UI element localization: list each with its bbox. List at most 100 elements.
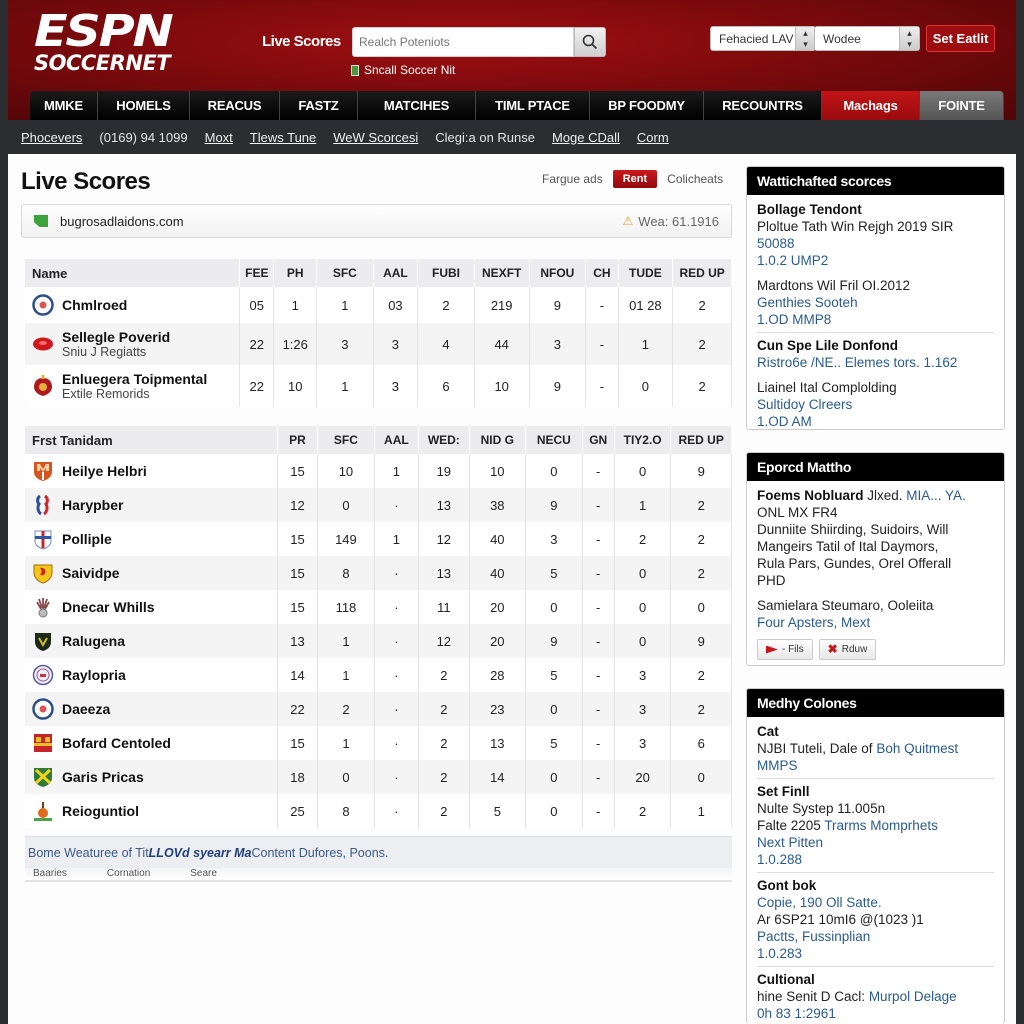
team-name[interactable]: Saividpe — [62, 565, 120, 581]
team-cell[interactable]: Chmlroed — [25, 287, 241, 323]
group-line[interactable]: MMPS — [757, 757, 994, 774]
team-name[interactable]: Enluegera Toipmental — [62, 371, 207, 387]
table-row[interactable]: Daeeza 22 2 · 2 23 0-3 2 — [25, 692, 732, 726]
espn-soccernet-logo[interactable]: ESPN SOCCERNET — [34, 10, 174, 75]
column-header[interactable]: AAL — [374, 426, 420, 454]
url-text[interactable]: bugrosadlaidons.com — [60, 214, 184, 229]
team-cell[interactable]: Enluegera Toipmental Extile Remorids — [25, 365, 241, 407]
subnav-item[interactable]: Tlews Tune — [250, 130, 316, 145]
group-line-link[interactable]: Trarms Momprhets — [824, 818, 938, 833]
rduw-button[interactable]: ✖ Rduw — [818, 639, 877, 660]
team-cell[interactable]: Reioguntiol — [25, 794, 278, 828]
group-title[interactable]: Bollage Tendont — [757, 201, 994, 218]
team-name[interactable]: Sellegle Poverid — [62, 329, 170, 345]
search-input[interactable] — [352, 27, 574, 57]
table-row[interactable]: Sellegle Poverid Sniu J Regiatts 22 1:26 3 3 4… — [25, 323, 732, 365]
team-name[interactable]: Dnecar Whills — [62, 599, 155, 615]
footer-link-baaries[interactable]: Baaries — [33, 868, 67, 880]
team-cell[interactable]: Polliple — [25, 522, 278, 556]
group-line[interactable]: Pactts, Fussinplian — [757, 928, 994, 945]
column-header[interactable]: TIY2.O — [614, 426, 672, 454]
nav-tab-fastz[interactable]: FASTZ — [280, 91, 358, 120]
footer-link-seare[interactable]: Seare — [190, 868, 217, 880]
featured-match-lead-bold[interactable]: Foems Nobluard — [757, 488, 864, 503]
table-row[interactable]: Reioguntiol 25 8 · 2 5 0-2 1 — [25, 794, 732, 828]
group-title[interactable]: Cun Spe Lile Donfond — [757, 337, 994, 354]
team-cell[interactable]: Ralugena — [25, 624, 278, 658]
group-line[interactable]: Genthies Sooteh — [757, 294, 994, 311]
column-header[interactable]: RED UP — [672, 259, 732, 287]
team-cell[interactable]: Raylopria — [25, 658, 278, 692]
group-line[interactable]: Next Pitten — [757, 834, 994, 851]
team-cell[interactable]: Harypber — [25, 488, 278, 522]
team-name[interactable]: Raylopria — [62, 667, 126, 683]
set-edition-button[interactable]: Set Eatlit — [926, 25, 995, 52]
team-cell[interactable]: Garis Pricas — [25, 760, 278, 794]
team-name[interactable]: Polliple — [62, 531, 112, 547]
table-row[interactable]: Heilye Helbri 15 10 1 19 10 0-0 9 — [25, 454, 732, 488]
language-select[interactable]: Wodee ▴ ▾ — [814, 26, 920, 51]
group-line-link[interactable]: Murpol Delage — [869, 989, 957, 1004]
group-title[interactable]: Set Finll — [757, 783, 994, 800]
group-title[interactable]: Gont bok — [757, 877, 994, 894]
edition-select[interactable]: Fehacied LAV ▴ ▾ — [710, 26, 816, 51]
nav-tab-timl-ptace[interactable]: TIML PTACE — [476, 91, 590, 120]
group-title[interactable]: Cat — [757, 723, 994, 740]
column-header[interactable]: FUBI — [417, 259, 475, 287]
group-line[interactable]: 1.0.2 UMP2 — [757, 252, 994, 269]
nav-tab-recountrs[interactable]: RECOUNTRS — [704, 91, 822, 120]
team-cell[interactable]: Saividpe — [25, 556, 278, 590]
table-row[interactable]: Chmlroed 05 1 1 03 2 219 9-01 28 2 — [25, 287, 732, 323]
table-row[interactable]: Polliple 15 149 1 12 40 3-2 2 — [25, 522, 732, 556]
group-line-link[interactable]: Boh Quitmest — [876, 741, 958, 756]
column-header[interactable]: NECU — [525, 426, 583, 454]
column-header[interactable]: PR — [277, 426, 319, 454]
colicheats-link[interactable]: Colicheats — [667, 172, 723, 186]
column-header[interactable]: NID G — [469, 426, 527, 454]
featured-match-lead-link[interactable]: MIA... YA. — [906, 488, 966, 503]
team-name[interactable]: Chmlroed — [62, 297, 127, 313]
rent-button[interactable]: Rent — [612, 170, 658, 188]
table-row[interactable]: Dnecar Whills 15 118 · 11 20 0-0 0 — [25, 590, 732, 624]
team-name[interactable]: Daeeza — [62, 701, 110, 717]
team-name[interactable]: Heilye Helbri — [62, 463, 147, 479]
column-header[interactable]: NFOU — [529, 259, 587, 287]
subnav-item[interactable]: Moge CDall — [552, 130, 620, 145]
column-header[interactable]: WED: — [418, 426, 470, 454]
nav-tab-reacus[interactable]: REACUS — [190, 91, 280, 120]
nav-tab-homels[interactable]: HOMELS — [98, 91, 190, 120]
team-name[interactable]: Harypber — [62, 497, 123, 513]
table-row[interactable]: Enluegera Toipmental Extile Remorids 22 10 1… — [25, 365, 732, 407]
group-line[interactable]: 1.OD MMP8 — [757, 311, 994, 328]
subnav-item[interactable]: WeW Scorcesi — [333, 130, 418, 145]
group-line[interactable]: Copie, 190 Oll Satte. — [757, 894, 994, 911]
column-header[interactable]: NEXFT — [474, 259, 530, 287]
table-row[interactable]: Garis Pricas 18 0 · 2 14 0-20 0 — [25, 760, 732, 794]
group-line[interactable]: 1.OD AM — [757, 413, 994, 429]
subnav-item[interactable]: Phocevers — [21, 130, 82, 145]
table-row[interactable]: Harypber 12 0 · 13 38 9-1 2 — [25, 488, 732, 522]
column-header[interactable]: AAL — [373, 259, 419, 287]
nav-tab-machags[interactable]: Machags — [822, 91, 920, 120]
search-button[interactable] — [574, 27, 606, 57]
team-name[interactable]: Bofard Centoled — [62, 735, 171, 751]
nav-tab-bp-foodmy[interactable]: BP FOODMY — [590, 91, 704, 120]
team-name[interactable]: Reioguntiol — [62, 803, 139, 819]
footer-link-cornation[interactable]: Cornation — [107, 868, 150, 880]
group-line[interactable]: 50088 — [757, 235, 994, 252]
team-name[interactable]: Garis Pricas — [62, 769, 144, 785]
column-header[interactable]: RED UP — [670, 426, 732, 454]
team-cell[interactable]: Sellegle Poverid Sniu J Regiatts — [25, 323, 241, 365]
column-header[interactable]: PH — [273, 259, 317, 287]
nav-tab-matcihes[interactable]: MATCIHES — [358, 91, 476, 120]
nav-tab-mmke[interactable]: MMKE — [30, 91, 98, 120]
table-row[interactable]: Bofard Centoled 15 1 · 2 13 5-3 6 — [25, 726, 732, 760]
column-header[interactable]: GN — [582, 426, 615, 454]
footer-text-bold[interactable]: LLOVd syearr Ma — [149, 846, 252, 860]
nav-tab-fointe[interactable]: FOINTE — [920, 91, 1004, 120]
table-row[interactable]: Ralugena 13 1 · 12 20 9-0 9 — [25, 624, 732, 658]
column-header[interactable]: TUDE — [618, 259, 674, 287]
header-live-scores-label[interactable]: Live Scores — [262, 33, 341, 50]
column-header[interactable]: FEE — [239, 259, 275, 287]
featured-match-tail-link[interactable]: Four Apsters, Mext — [757, 614, 994, 631]
